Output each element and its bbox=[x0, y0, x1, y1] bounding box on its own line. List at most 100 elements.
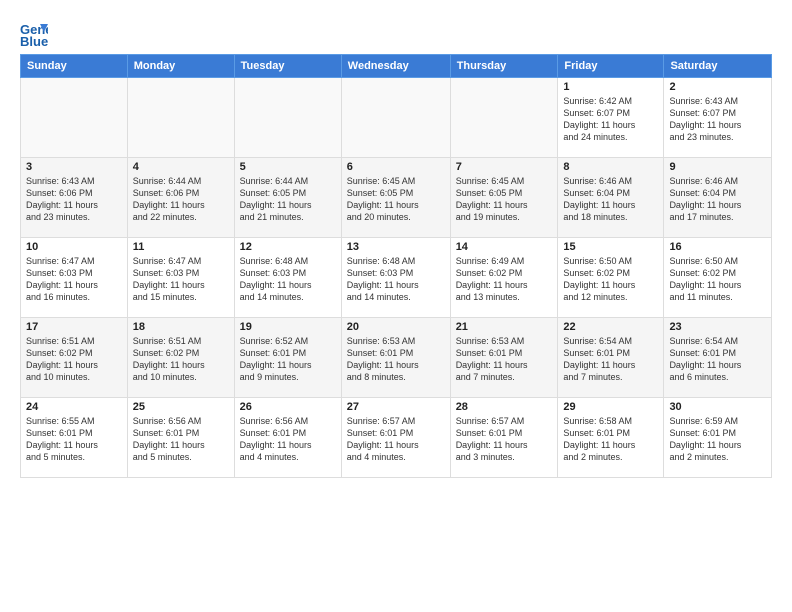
day-number: 29 bbox=[563, 401, 658, 413]
day-info: Sunrise: 6:48 AM Sunset: 6:03 PM Dayligh… bbox=[240, 255, 336, 304]
calendar-cell: 14 Sunrise: 6:49 AM Sunset: 6:02 PM Dayli… bbox=[450, 238, 558, 318]
day-info: Sunrise: 6:51 AM Sunset: 6:02 PM Dayligh… bbox=[133, 335, 229, 384]
calendar-cell bbox=[450, 78, 558, 158]
day-number: 5 bbox=[240, 161, 336, 173]
day-info: Sunrise: 6:53 AM Sunset: 6:01 PM Dayligh… bbox=[456, 335, 553, 384]
day-info: Sunrise: 6:45 AM Sunset: 6:05 PM Dayligh… bbox=[456, 175, 553, 224]
day-header-saturday: Saturday bbox=[664, 55, 772, 78]
calendar-cell: 19 Sunrise: 6:52 AM Sunset: 6:01 PM Dayli… bbox=[234, 318, 341, 398]
calendar-cell: 9 Sunrise: 6:46 AM Sunset: 6:04 PM Daylig… bbox=[664, 158, 772, 238]
calendar-week-1: 1Sunrise: 6:42 AM Sunset: 6:07 PM Daylig… bbox=[21, 78, 772, 158]
day-number: 4 bbox=[133, 161, 229, 173]
day-number: 8 bbox=[563, 161, 658, 173]
day-number: 16 bbox=[669, 241, 766, 253]
day-info: Sunrise: 6:45 AM Sunset: 6:05 PM Dayligh… bbox=[347, 175, 445, 224]
day-info: Sunrise: 6:49 AM Sunset: 6:02 PM Dayligh… bbox=[456, 255, 553, 304]
calendar-cell: 22Sunrise: 6:54 AM Sunset: 6:01 PM Dayli… bbox=[558, 318, 664, 398]
calendar-cell: 21 Sunrise: 6:53 AM Sunset: 6:01 PM Dayli… bbox=[450, 318, 558, 398]
day-info: Sunrise: 6:58 AM Sunset: 6:01 PM Dayligh… bbox=[563, 415, 658, 464]
day-number: 21 bbox=[456, 321, 553, 333]
day-number: 15 bbox=[563, 241, 658, 253]
logo-icon: General Blue bbox=[20, 20, 48, 48]
day-info: Sunrise: 6:57 AM Sunset: 6:01 PM Dayligh… bbox=[456, 415, 553, 464]
calendar-cell bbox=[341, 78, 450, 158]
day-number: 28 bbox=[456, 401, 553, 413]
page-container: General Blue SundayMondayTuesdayWednesda… bbox=[0, 0, 792, 488]
day-info: Sunrise: 6:53 AM Sunset: 6:01 PM Dayligh… bbox=[347, 335, 445, 384]
day-number: 19 bbox=[240, 321, 336, 333]
calendar-cell: 18 Sunrise: 6:51 AM Sunset: 6:02 PM Dayli… bbox=[127, 318, 234, 398]
calendar-week-5: 24 Sunrise: 6:55 AM Sunset: 6:01 PM Dayli… bbox=[21, 398, 772, 478]
calendar-cell: 28 Sunrise: 6:57 AM Sunset: 6:01 PM Dayli… bbox=[450, 398, 558, 478]
day-number: 20 bbox=[347, 321, 445, 333]
day-info: Sunrise: 6:47 AM Sunset: 6:03 PM Dayligh… bbox=[26, 255, 122, 304]
calendar-cell: 2 Sunrise: 6:43 AM Sunset: 6:07 PM Daylig… bbox=[664, 78, 772, 158]
calendar-cell: 3 Sunrise: 6:43 AM Sunset: 6:06 PM Daylig… bbox=[21, 158, 128, 238]
day-info: Sunrise: 6:52 AM Sunset: 6:01 PM Dayligh… bbox=[240, 335, 336, 384]
day-number: 25 bbox=[133, 401, 229, 413]
day-info: Sunrise: 6:57 AM Sunset: 6:01 PM Dayligh… bbox=[347, 415, 445, 464]
calendar-cell: 30 Sunrise: 6:59 AM Sunset: 6:01 PM Dayli… bbox=[664, 398, 772, 478]
calendar-week-4: 17 Sunrise: 6:51 AM Sunset: 6:02 PM Dayli… bbox=[21, 318, 772, 398]
calendar-cell: 11Sunrise: 6:47 AM Sunset: 6:03 PM Dayli… bbox=[127, 238, 234, 318]
day-number: 10 bbox=[26, 241, 122, 253]
day-number: 26 bbox=[240, 401, 336, 413]
day-info: Sunrise: 6:55 AM Sunset: 6:01 PM Dayligh… bbox=[26, 415, 122, 464]
day-info: Sunrise: 6:42 AM Sunset: 6:07 PM Dayligh… bbox=[563, 95, 658, 144]
day-info: Sunrise: 6:46 AM Sunset: 6:04 PM Dayligh… bbox=[669, 175, 766, 224]
day-number: 22 bbox=[563, 321, 658, 333]
day-number: 2 bbox=[669, 81, 766, 93]
day-header-friday: Friday bbox=[558, 55, 664, 78]
calendar-cell bbox=[127, 78, 234, 158]
calendar-cell: 26 Sunrise: 6:56 AM Sunset: 6:01 PM Dayli… bbox=[234, 398, 341, 478]
day-info: Sunrise: 6:50 AM Sunset: 6:02 PM Dayligh… bbox=[669, 255, 766, 304]
day-info: Sunrise: 6:54 AM Sunset: 6:01 PM Dayligh… bbox=[669, 335, 766, 384]
calendar-cell: 5 Sunrise: 6:44 AM Sunset: 6:05 PM Daylig… bbox=[234, 158, 341, 238]
day-number: 27 bbox=[347, 401, 445, 413]
calendar-cell bbox=[234, 78, 341, 158]
day-info: Sunrise: 6:43 AM Sunset: 6:06 PM Dayligh… bbox=[26, 175, 122, 224]
calendar-week-3: 10 Sunrise: 6:47 AM Sunset: 6:03 PM Dayli… bbox=[21, 238, 772, 318]
day-info: Sunrise: 6:48 AM Sunset: 6:03 PM Dayligh… bbox=[347, 255, 445, 304]
day-info: Sunrise: 6:44 AM Sunset: 6:05 PM Dayligh… bbox=[240, 175, 336, 224]
day-header-monday: Monday bbox=[127, 55, 234, 78]
calendar-table: SundayMondayTuesdayWednesdayThursdayFrid… bbox=[20, 54, 772, 478]
calendar-cell: 23Sunrise: 6:54 AM Sunset: 6:01 PM Dayli… bbox=[664, 318, 772, 398]
calendar-cell: 15 Sunrise: 6:50 AM Sunset: 6:02 PM Dayli… bbox=[558, 238, 664, 318]
day-header-sunday: Sunday bbox=[21, 55, 128, 78]
day-number: 30 bbox=[669, 401, 766, 413]
svg-text:Blue: Blue bbox=[20, 34, 48, 48]
calendar-cell: 12 Sunrise: 6:48 AM Sunset: 6:03 PM Dayli… bbox=[234, 238, 341, 318]
day-header-tuesday: Tuesday bbox=[234, 55, 341, 78]
day-number: 12 bbox=[240, 241, 336, 253]
calendar-cell bbox=[21, 78, 128, 158]
day-number: 14 bbox=[456, 241, 553, 253]
day-info: Sunrise: 6:43 AM Sunset: 6:07 PM Dayligh… bbox=[669, 95, 766, 144]
day-number: 7 bbox=[456, 161, 553, 173]
day-info: Sunrise: 6:44 AM Sunset: 6:06 PM Dayligh… bbox=[133, 175, 229, 224]
calendar-cell: 13Sunrise: 6:48 AM Sunset: 6:03 PM Dayli… bbox=[341, 238, 450, 318]
calendar-cell: 24 Sunrise: 6:55 AM Sunset: 6:01 PM Dayli… bbox=[21, 398, 128, 478]
day-number: 18 bbox=[133, 321, 229, 333]
day-number: 17 bbox=[26, 321, 122, 333]
day-number: 6 bbox=[347, 161, 445, 173]
calendar-cell: 16 Sunrise: 6:50 AM Sunset: 6:02 PM Dayli… bbox=[664, 238, 772, 318]
day-info: Sunrise: 6:51 AM Sunset: 6:02 PM Dayligh… bbox=[26, 335, 122, 384]
calendar-cell: 27 Sunrise: 6:57 AM Sunset: 6:01 PM Dayli… bbox=[341, 398, 450, 478]
day-number: 3 bbox=[26, 161, 122, 173]
day-number: 24 bbox=[26, 401, 122, 413]
day-header-thursday: Thursday bbox=[450, 55, 558, 78]
day-info: Sunrise: 6:56 AM Sunset: 6:01 PM Dayligh… bbox=[133, 415, 229, 464]
calendar-cell: 17 Sunrise: 6:51 AM Sunset: 6:02 PM Dayli… bbox=[21, 318, 128, 398]
day-number: 9 bbox=[669, 161, 766, 173]
day-info: Sunrise: 6:46 AM Sunset: 6:04 PM Dayligh… bbox=[563, 175, 658, 224]
day-info: Sunrise: 6:50 AM Sunset: 6:02 PM Dayligh… bbox=[563, 255, 658, 304]
day-info: Sunrise: 6:59 AM Sunset: 6:01 PM Dayligh… bbox=[669, 415, 766, 464]
day-info: Sunrise: 6:47 AM Sunset: 6:03 PM Dayligh… bbox=[133, 255, 229, 304]
calendar-cell: 4 Sunrise: 6:44 AM Sunset: 6:06 PM Daylig… bbox=[127, 158, 234, 238]
calendar-cell: 20 Sunrise: 6:53 AM Sunset: 6:01 PM Dayli… bbox=[341, 318, 450, 398]
calendar-cell: 10 Sunrise: 6:47 AM Sunset: 6:03 PM Dayli… bbox=[21, 238, 128, 318]
day-info: Sunrise: 6:56 AM Sunset: 6:01 PM Dayligh… bbox=[240, 415, 336, 464]
calendar-cell: 25 Sunrise: 6:56 AM Sunset: 6:01 PM Dayli… bbox=[127, 398, 234, 478]
calendar-cell: 7 Sunrise: 6:45 AM Sunset: 6:05 PM Daylig… bbox=[450, 158, 558, 238]
